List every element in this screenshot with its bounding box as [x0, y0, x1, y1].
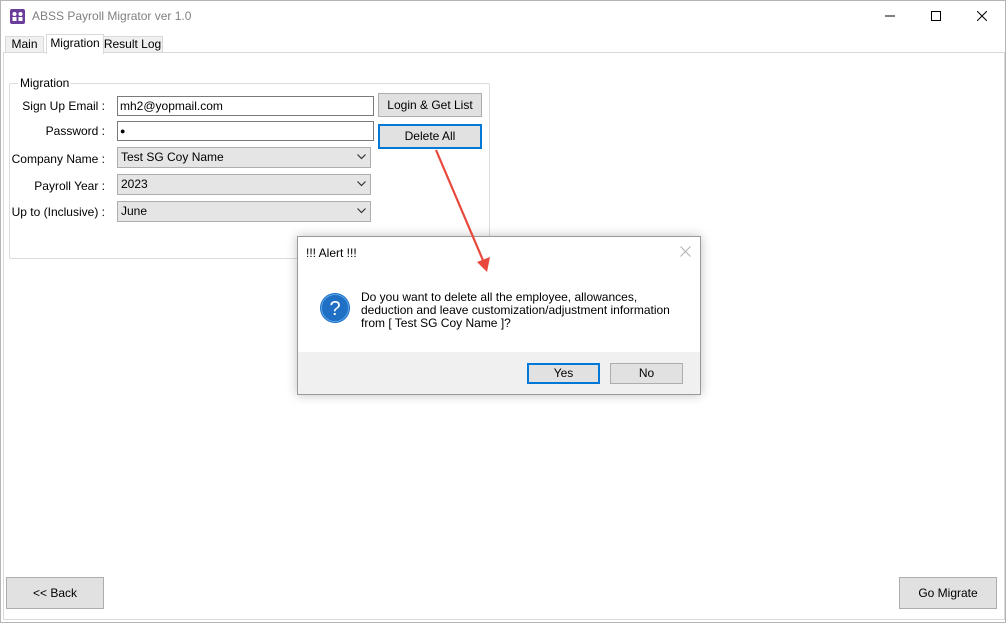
dialog-message: Do you want to delete all the employee, … [361, 291, 691, 330]
upto-select[interactable]: June [117, 201, 371, 222]
minimize-icon [885, 15, 895, 17]
chevron-down-icon [357, 154, 366, 160]
alert-dialog: !!! Alert !!! ? Do you want to delete al… [297, 236, 701, 395]
dialog-footer: Yes No [298, 352, 700, 394]
company-select[interactable]: Test SG Coy Name [117, 147, 371, 168]
close-icon [977, 11, 987, 21]
tab-main[interactable]: Main [5, 36, 44, 53]
chevron-down-icon [357, 181, 366, 187]
minimize-button[interactable] [867, 1, 913, 32]
app-icon [10, 9, 25, 24]
maximize-icon [931, 11, 941, 21]
chevron-down-icon [357, 208, 366, 214]
close-icon[interactable] [680, 246, 691, 257]
dialog-title: !!! Alert !!! [306, 246, 357, 260]
upto-select-value: June [121, 204, 148, 218]
back-button[interactable]: << Back [6, 577, 104, 609]
title-bar: ABSS Payroll Migrator ver 1.0 [1, 1, 1005, 32]
go-migrate-button[interactable]: Go Migrate [899, 577, 997, 609]
password-label: Password : [45, 124, 105, 138]
year-select-value: 2023 [121, 177, 148, 191]
company-label: Company Name : [11, 152, 105, 166]
window-title: ABSS Payroll Migrator ver 1.0 [32, 9, 192, 23]
close-button[interactable] [959, 1, 1005, 32]
password-field[interactable]: ● [117, 121, 374, 141]
no-button[interactable]: No [610, 363, 683, 384]
email-field[interactable]: mh2@yopmail.com [117, 96, 374, 116]
year-label: Payroll Year : [34, 179, 105, 193]
email-label: Sign Up Email : [22, 99, 105, 113]
migration-group-title: Migration [18, 76, 72, 90]
tab-migration[interactable]: Migration [46, 34, 104, 54]
tab-result-log[interactable]: Result Log [102, 36, 163, 53]
svg-text:?: ? [329, 298, 340, 320]
upto-label: Up to (Inclusive) : [11, 205, 105, 219]
maximize-button[interactable] [913, 1, 959, 32]
company-select-value: Test SG Coy Name [121, 150, 224, 164]
dialog-message-line: from [ Test SG Coy Name ]? [361, 316, 511, 330]
delete-all-button[interactable]: Delete All [378, 124, 482, 149]
year-select[interactable]: 2023 [117, 174, 371, 195]
yes-button[interactable]: Yes [527, 363, 600, 384]
question-icon: ? [320, 293, 350, 323]
login-get-list-button[interactable]: Login & Get List [378, 93, 482, 117]
